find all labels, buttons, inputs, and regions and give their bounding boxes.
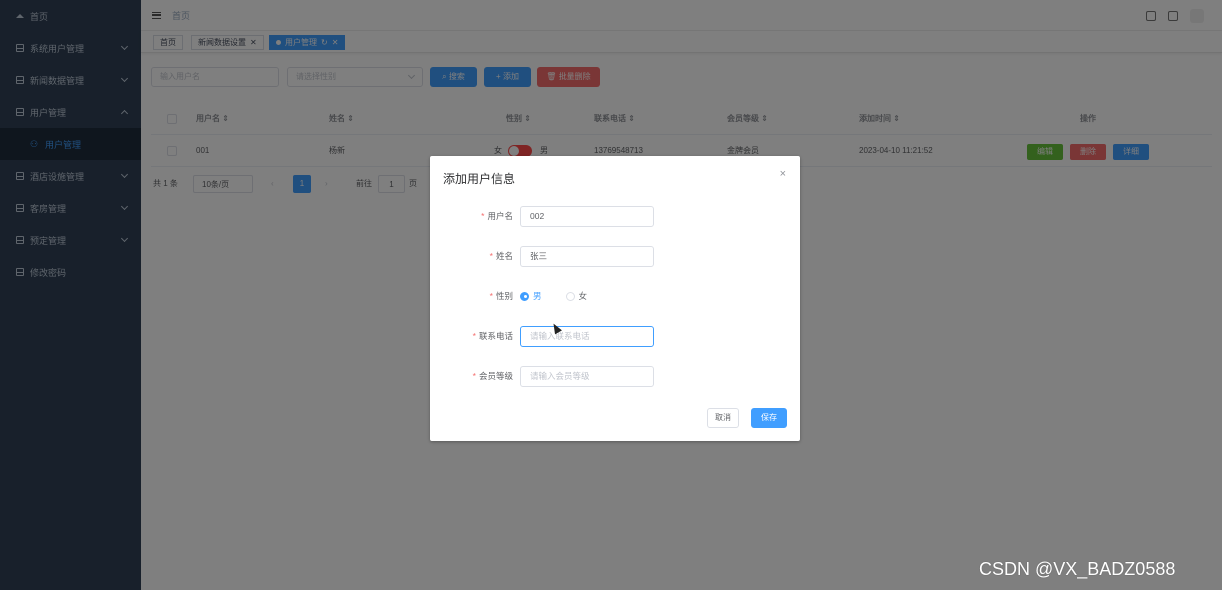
name-label: * 姓名 [489, 251, 513, 261]
form-row-gender: * 性别 男 女 [430, 286, 800, 308]
radio-male-label[interactable]: 男 [533, 286, 542, 306]
add-user-dialog: 添加用户信息 × * 用户名 002 * 姓名 张三 * 性别 男 女 * 联系电话 请… [430, 156, 800, 441]
cancel-button[interactable]: 取消 [707, 408, 739, 428]
username-label: * 用户名 [481, 211, 513, 221]
form-row-username: * 用户名 002 [430, 206, 800, 228]
phone-field[interactable]: 请输入联系电话 [520, 326, 654, 347]
level-field[interactable]: 请输入会员等级 [520, 366, 654, 387]
gender-label: * 性别 [489, 291, 513, 301]
watermark: CSDN @VX_BADZ0588 [979, 559, 1176, 579]
radio-female-label[interactable]: 女 [579, 286, 588, 306]
username-field[interactable]: 002 [520, 206, 654, 227]
form-row-phone: * 联系电话 请输入联系电话 [430, 326, 800, 348]
name-field[interactable]: 张三 [520, 246, 654, 267]
level-label: * 会员等级 [472, 371, 513, 381]
radio-female[interactable] [565, 291, 575, 301]
gender-radio-group: 男 女 [520, 286, 607, 306]
radio-male[interactable] [520, 291, 529, 301]
phone-label: * 联系电话 [472, 331, 513, 341]
dialog-title: 添加用户信息 [443, 172, 516, 186]
close-icon[interactable]: × [780, 168, 786, 180]
save-button[interactable]: 保存 [751, 408, 787, 428]
form-row-level: * 会员等级 请输入会员等级 [430, 366, 800, 388]
form-row-name: * 姓名 张三 [430, 246, 800, 268]
